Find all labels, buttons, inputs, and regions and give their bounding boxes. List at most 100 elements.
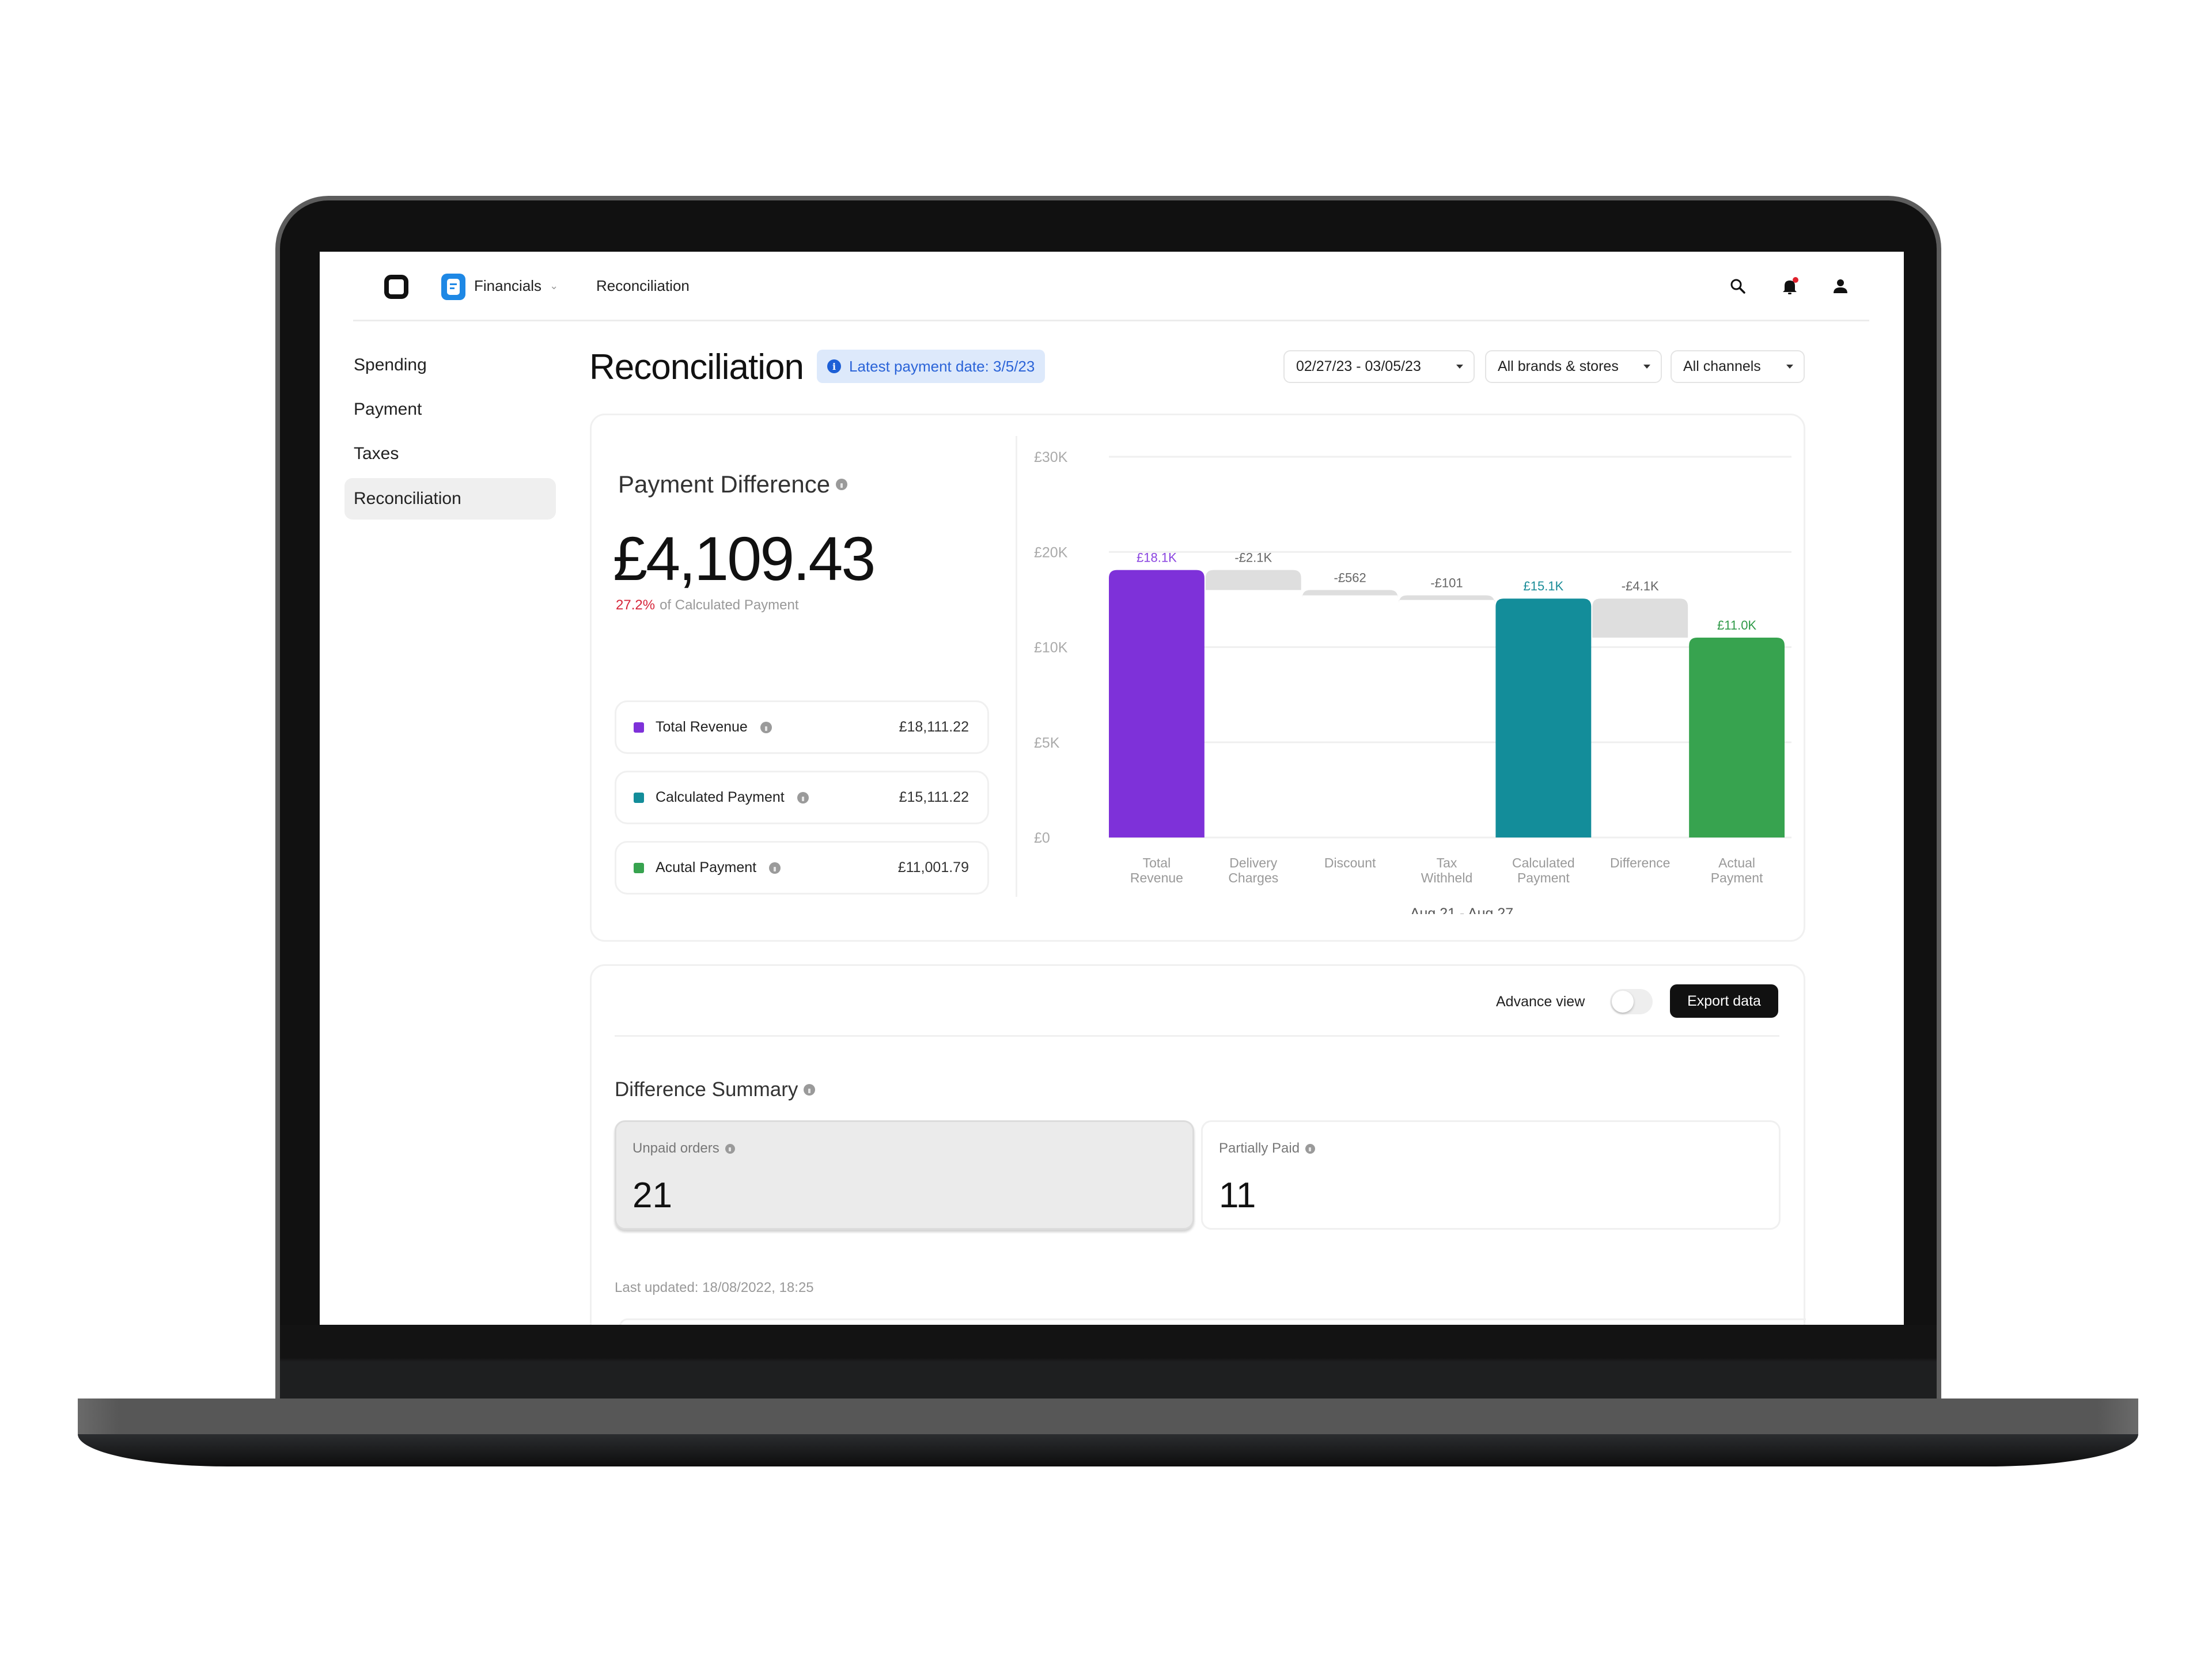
legend-label: Acutal Payment: [656, 859, 757, 876]
stat-label-text: Partially Paid: [1219, 1140, 1300, 1156]
bar-actual-payment: [1689, 637, 1785, 837]
y-tick-label: £20K: [1034, 544, 1068, 560]
page-title: Reconciliation: [589, 347, 804, 387]
legend-swatch: [634, 792, 644, 803]
latest-payment-text: Latest payment date: 3/5/23: [849, 357, 1035, 375]
info-icon[interactable]: [797, 791, 809, 804]
y-tick-label: £5K: [1034, 735, 1060, 751]
difference-summary-label: Difference Summary: [615, 1078, 798, 1101]
app-screen: Financials ⌄ Reconciliation Spending Pay…: [320, 252, 1904, 1325]
search-icon[interactable]: [1725, 274, 1751, 299]
latest-payment-badge: i Latest payment date: 3/5/23: [817, 350, 1046, 383]
user-icon[interactable]: [1828, 274, 1853, 299]
bar-difference: [1592, 598, 1688, 638]
legend-calculated-payment[interactable]: Calculated Payment £15,111.22: [615, 771, 989, 824]
legend-actual-payment[interactable]: Acutal Payment £11,001.79: [615, 841, 989, 895]
advance-view-label: Advance view: [1496, 994, 1585, 1010]
chevron-down-icon: ⌄: [550, 280, 559, 291]
bar-delivery-charges: [1205, 570, 1301, 590]
bar-tax-withheld: [1399, 595, 1495, 604]
laptop-base-bottom: [78, 1434, 2138, 1466]
bell-icon[interactable]: [1777, 274, 1802, 299]
last-updated: Last updated: 18/08/2022, 18:25: [615, 1280, 814, 1295]
laptop-chin: [280, 1325, 1937, 1399]
info-icon[interactable]: [760, 721, 772, 733]
toggle-knob: [1612, 991, 1634, 1013]
data-label: -£2.1K: [1234, 551, 1272, 565]
x-tick-label: Total: [1143, 855, 1171, 870]
channels-value: All channels: [1683, 358, 1761, 374]
x-tick-label: Difference: [1610, 855, 1670, 870]
legend-value: £18,111.22: [899, 719, 969, 735]
legend-total-revenue[interactable]: Total Revenue £18,111.22: [615, 700, 989, 754]
date-range-value: 02/27/23 - 03/05/23: [1296, 358, 1421, 374]
brands-stores-select[interactable]: All brands & stores: [1485, 350, 1662, 383]
channels-select[interactable]: All channels: [1671, 350, 1805, 383]
data-label: £11.0K: [1717, 618, 1756, 632]
sidebar-item-payment[interactable]: Payment: [344, 389, 556, 430]
sidebar-item-spending[interactable]: Spending: [344, 344, 556, 386]
info-icon[interactable]: [804, 1084, 816, 1096]
export-data-button[interactable]: Export data: [1670, 984, 1778, 1018]
legend-value: £15,111.22: [899, 789, 969, 805]
data-label: £18.1K: [1137, 551, 1177, 565]
x-tick-label: Discount: [1324, 855, 1376, 870]
x-tick-label: Actual: [1718, 855, 1755, 870]
bar-total-revenue: [1109, 570, 1205, 837]
bar-calculated-payment: [1495, 598, 1592, 837]
sidebar-item-reconciliation[interactable]: Reconciliation: [344, 478, 556, 520]
legend-label: Total Revenue: [656, 719, 748, 735]
financials-app-icon: [441, 274, 465, 300]
x-tick-label: Payment: [1517, 870, 1570, 885]
breadcrumb[interactable]: Reconciliation: [596, 277, 690, 295]
data-label: -£4.1K: [1622, 579, 1659, 593]
stat-label: Unpaid orders: [632, 1140, 735, 1157]
x-tick-label: Payment: [1711, 870, 1763, 885]
legend-value: £11,001.79: [897, 859, 969, 876]
logo-icon[interactable]: [384, 275, 408, 299]
caret-down-icon: [1643, 365, 1650, 369]
topnav-divider: [353, 320, 1869, 321]
payment-difference-subtitle: 27.2% of Calculated Payment: [616, 597, 799, 613]
next-card-edge: [619, 1318, 1806, 1325]
y-tick-label: £0: [1034, 830, 1050, 846]
payment-difference-amount: £4,109.43: [613, 524, 876, 593]
stat-label-text: Unpaid orders: [632, 1140, 719, 1156]
stat-unpaid-orders[interactable]: Unpaid orders 21: [615, 1120, 1194, 1230]
stat-partially-paid[interactable]: Partially Paid 11: [1201, 1120, 1781, 1230]
x-tick-label: Calculated: [1512, 855, 1575, 870]
data-label: £15.1K: [1523, 579, 1563, 593]
app-switcher[interactable]: Financials ⌄: [474, 277, 558, 295]
stat-value: 11: [1219, 1176, 1256, 1215]
difference-summary-title: Difference Summary: [615, 1078, 816, 1101]
legend-swatch: [634, 722, 644, 733]
notification-dot: [1793, 277, 1798, 283]
payment-difference-label: Payment Difference: [618, 471, 831, 498]
info-icon[interactable]: [725, 1143, 735, 1154]
brands-value: All brands & stores: [1498, 358, 1619, 374]
bar-discount: [1302, 590, 1398, 598]
info-icon[interactable]: [836, 479, 848, 490]
info-icon[interactable]: [769, 862, 781, 874]
laptop-base: [78, 1399, 2138, 1434]
data-label: -£562: [1334, 570, 1366, 585]
info-icon: i: [827, 359, 841, 373]
card-divider: [615, 1035, 1779, 1037]
sidebar-item-taxes[interactable]: Taxes: [344, 433, 556, 475]
legend-swatch: [634, 862, 644, 873]
x-axis-label: Aug 21 - Aug 27: [1410, 905, 1513, 914]
stat-value: 21: [632, 1176, 672, 1215]
waterfall-chart: £0 £5K £10K £20K £30K £18.1K TotalRevenue -£2.1…: [1034, 449, 1791, 914]
info-icon[interactable]: [1305, 1143, 1316, 1154]
caret-down-icon: [1786, 365, 1793, 369]
y-tick-label: £10K: [1034, 640, 1068, 656]
app-name: Financials: [474, 277, 542, 294]
date-range-select[interactable]: 02/27/23 - 03/05/23: [1283, 350, 1475, 383]
x-tick-label: Revenue: [1130, 870, 1183, 885]
x-tick-label: Withheld: [1421, 870, 1472, 885]
x-tick-label: Charges: [1228, 870, 1278, 885]
legend-label: Calculated Payment: [656, 789, 785, 805]
advance-view-toggle[interactable]: [1610, 989, 1653, 1014]
caret-down-icon: [1456, 365, 1463, 369]
data-label: -£101: [1430, 576, 1463, 590]
